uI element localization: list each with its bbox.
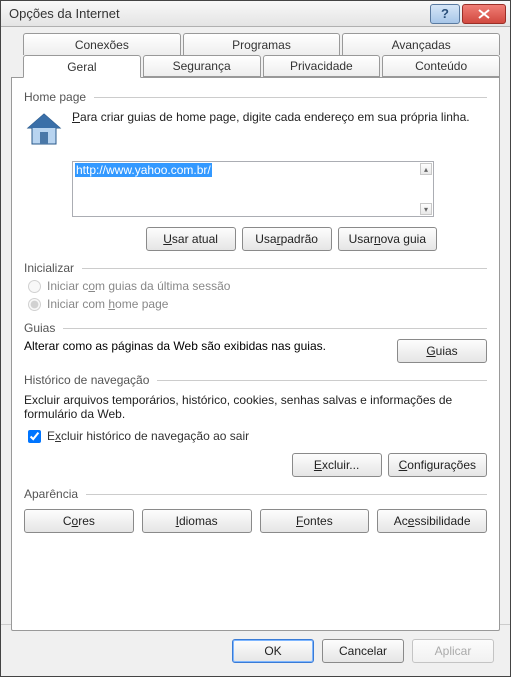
scroll-up-icon[interactable]: ▴	[420, 163, 432, 175]
scroll-down-icon[interactable]: ▾	[420, 203, 432, 215]
homepage-url-input[interactable]: http://www.yahoo.com.br/ ▴ ▾	[72, 161, 434, 217]
history-text: Excluir arquivos temporários, histórico,…	[24, 393, 487, 421]
tab-seguranca[interactable]: Segurança	[143, 55, 261, 77]
guias-text: Alterar como as páginas da Web são exibi…	[24, 339, 387, 353]
delete-on-exit-label: Excluir histórico de navegação ao sair	[47, 429, 249, 443]
divider	[86, 494, 487, 495]
content-area: Conexões Programas Avançadas Geral Segur…	[1, 27, 510, 624]
radio-home-page[interactable]: Iniciar com home page	[28, 297, 487, 311]
colors-button[interactable]: Cores	[24, 509, 134, 533]
section-homepage: Home page Para criar guias de home page,	[24, 90, 487, 251]
tab-privacidade[interactable]: Privacidade	[263, 55, 381, 77]
use-new-tab-button[interactable]: Usar nova guia	[338, 227, 437, 251]
languages-button[interactable]: Idiomas	[142, 509, 252, 533]
fonts-button[interactable]: Fontes	[260, 509, 370, 533]
radio-last-session-label: Iniciar com guias da última sessão	[47, 279, 230, 293]
guias-button[interactable]: Guias	[397, 339, 487, 363]
use-current-button[interactable]: Usar atual	[146, 227, 236, 251]
section-init-label: Inicializar	[24, 261, 74, 275]
divider	[94, 97, 487, 98]
section-appearance: Aparência Cores Idiomas Fontes Acessibil…	[24, 487, 487, 533]
divider	[63, 328, 487, 329]
section-appearance-label: Aparência	[24, 487, 78, 501]
section-guias-label: Guias	[24, 321, 55, 335]
accessibility-button[interactable]: Acessibilidade	[377, 509, 487, 533]
section-history-label: Histórico de navegação	[24, 373, 149, 387]
tab-geral[interactable]: Geral	[23, 55, 141, 78]
tab-programas[interactable]: Programas	[183, 33, 341, 55]
section-guias: Guias Alterar como as páginas da Web são…	[24, 321, 487, 363]
delete-on-exit-row[interactable]: Excluir histórico de navegação ao sair	[28, 429, 487, 443]
radio-last-session[interactable]: Iniciar com guias da última sessão	[28, 279, 487, 293]
titlebar: Opções da Internet ?	[1, 1, 510, 27]
tab-panel-geral: Home page Para criar guias de home page,	[11, 77, 500, 631]
tab-conteudo[interactable]: Conteúdo	[382, 55, 500, 77]
tab-strip: Conexões Programas Avançadas Geral Segur…	[11, 33, 500, 78]
tab-avancadas[interactable]: Avançadas	[342, 33, 500, 55]
section-history: Histórico de navegação Excluir arquivos …	[24, 373, 487, 477]
tab-conexoes[interactable]: Conexões	[23, 33, 181, 55]
window-title: Opções da Internet	[9, 6, 120, 21]
home-icon	[24, 110, 64, 153]
ok-button[interactable]: OK	[232, 639, 314, 663]
delete-history-button[interactable]: Excluir...	[292, 453, 382, 477]
history-settings-button[interactable]: Configurações	[388, 453, 487, 477]
divider	[157, 380, 487, 381]
radio-home-page-label: Iniciar com home page	[47, 297, 168, 311]
section-homepage-label: Home page	[24, 90, 86, 104]
close-icon	[478, 9, 490, 19]
homepage-instruction: Para criar guias de home page, digite ca…	[72, 110, 487, 124]
homepage-url-value: http://www.yahoo.com.br/	[75, 163, 212, 177]
internet-options-window: Opções da Internet ? Conexões Programas …	[0, 0, 511, 677]
scrollbar[interactable]: ▴ ▾	[420, 163, 432, 215]
dialog-footer: OK Cancelar Aplicar	[1, 624, 510, 676]
section-init: Inicializar Iniciar com guias da última …	[24, 261, 487, 311]
use-default-button[interactable]: Usar padrão	[242, 227, 332, 251]
cancel-button[interactable]: Cancelar	[322, 639, 404, 663]
radio-last-session-input[interactable]	[28, 280, 41, 293]
window-buttons: ?	[430, 4, 506, 24]
divider	[82, 268, 487, 269]
apply-button[interactable]: Aplicar	[412, 639, 494, 663]
help-button[interactable]: ?	[430, 4, 460, 24]
delete-on-exit-checkbox[interactable]	[28, 430, 41, 443]
close-button[interactable]	[462, 4, 506, 24]
radio-home-page-input[interactable]	[28, 298, 41, 311]
